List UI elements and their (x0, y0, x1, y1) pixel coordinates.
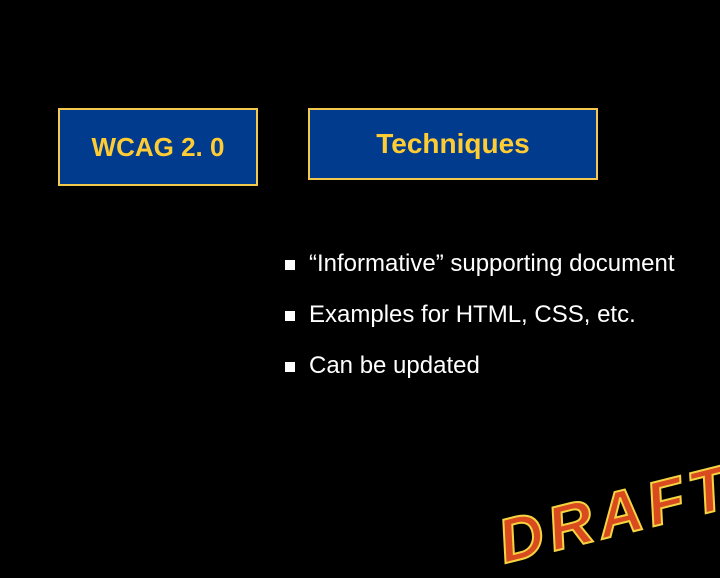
techniques-box: Techniques (308, 108, 598, 180)
wcag-box: WCAG 2. 0 (58, 108, 258, 186)
bullet-square-icon (285, 260, 295, 270)
list-item-text: “Informative” supporting document (309, 250, 705, 279)
list-item: “Informative” supporting document (285, 250, 705, 279)
list-item: Examples for HTML, CSS, etc. (285, 301, 705, 330)
techniques-label: Techniques (376, 128, 530, 160)
wcag-label: WCAG 2. 0 (92, 132, 225, 163)
list-item-text: Examples for HTML, CSS, etc. (309, 301, 705, 330)
list-item: Can be updated (285, 352, 705, 381)
draft-watermark: DRAFT (491, 451, 720, 578)
bullet-square-icon (285, 311, 295, 321)
bullet-list: “Informative” supporting document Exampl… (285, 250, 705, 402)
title-boxes-row: WCAG 2. 0 Techniques (58, 108, 598, 186)
bullet-square-icon (285, 362, 295, 372)
list-item-text: Can be updated (309, 352, 705, 381)
